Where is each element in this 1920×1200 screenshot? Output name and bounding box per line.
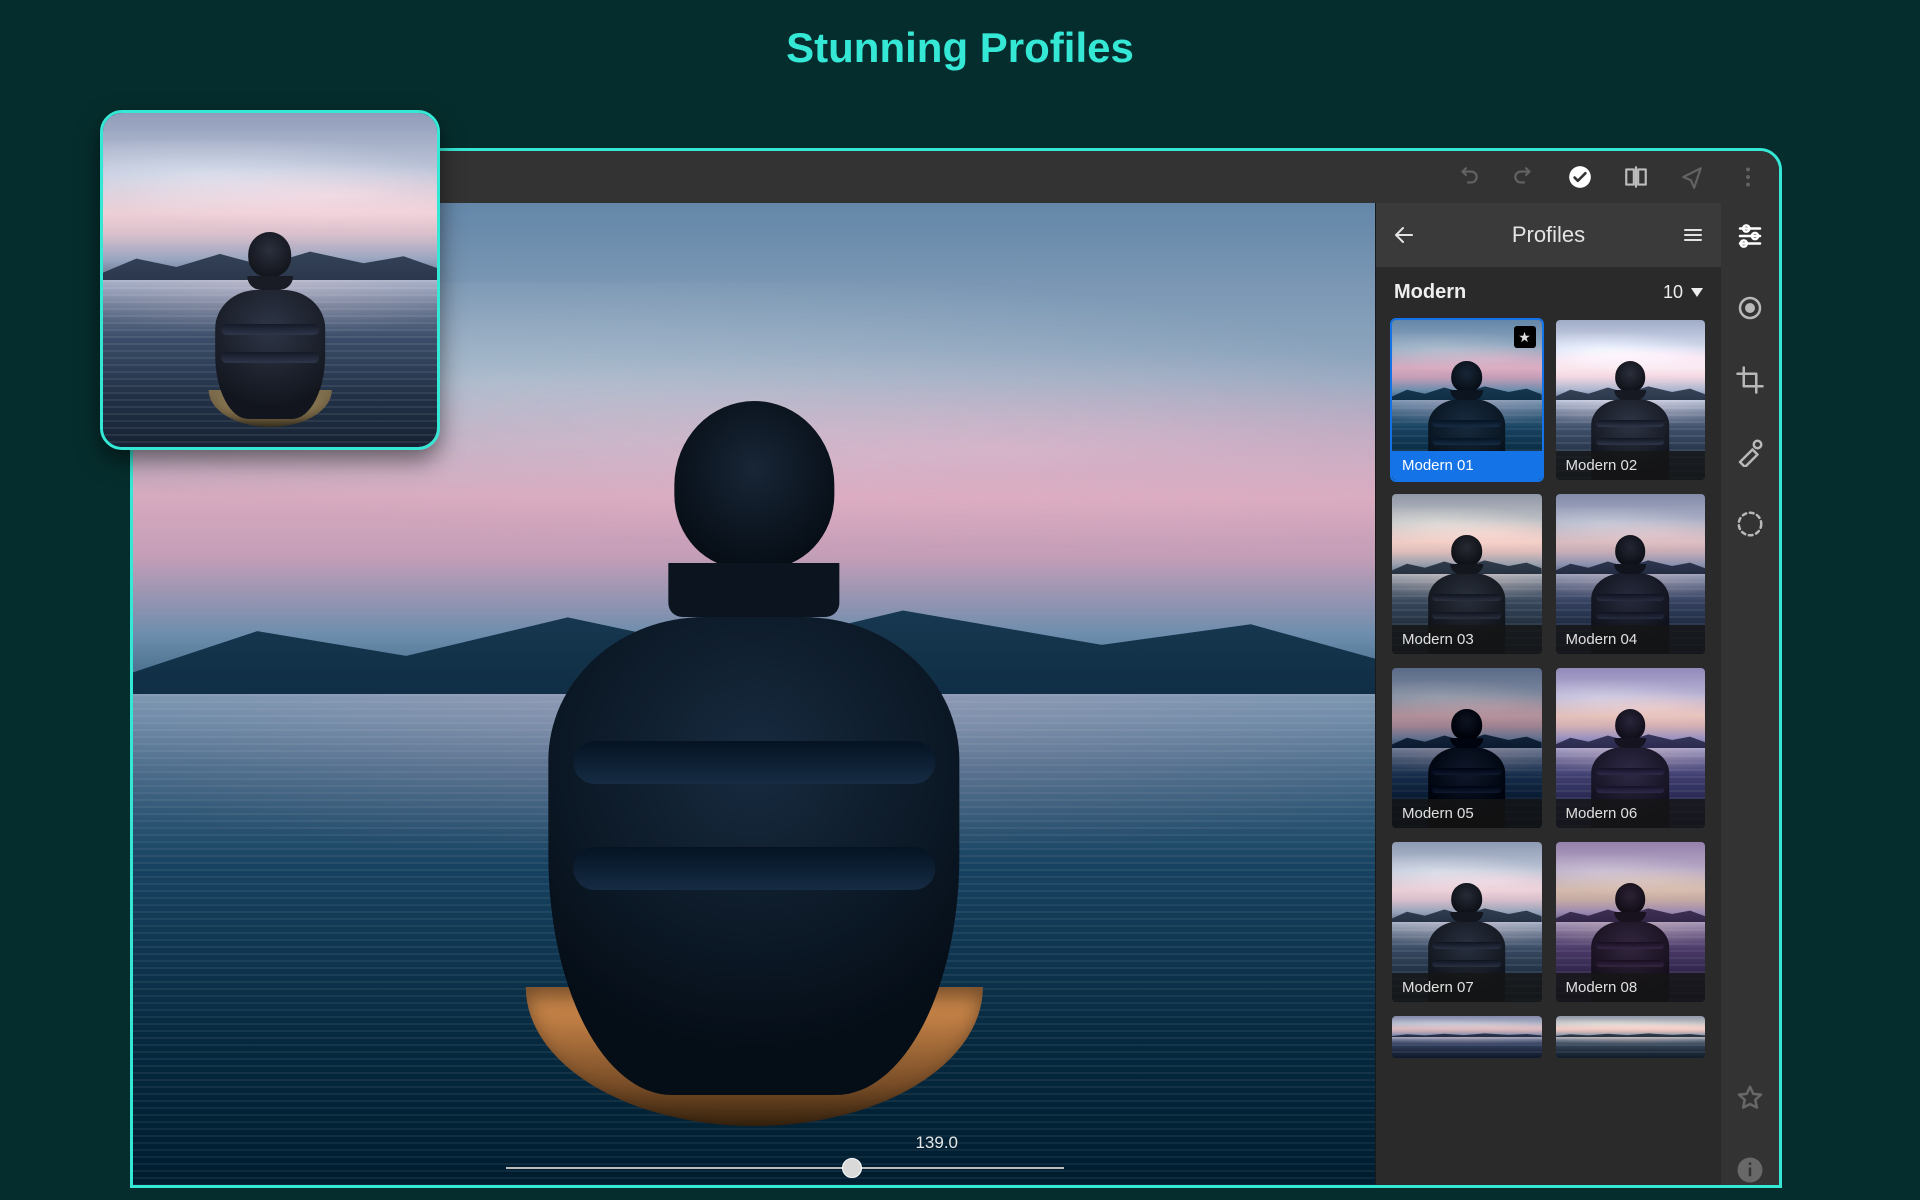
profiles-category-row[interactable]: Modern 10 — [1376, 267, 1721, 314]
profile-tile[interactable]: Modern 04 — [1556, 494, 1706, 654]
profile-label: Modern 06 — [1556, 799, 1706, 828]
chevron-down-icon — [1691, 288, 1703, 297]
profile-tile[interactable]: Modern 02 — [1556, 320, 1706, 480]
favorite-star-icon[interactable]: ★ — [1514, 326, 1536, 348]
amount-slider[interactable] — [506, 1167, 1065, 1169]
profile-tile[interactable]: Modern 06 — [1556, 668, 1706, 828]
radial-mask-icon[interactable] — [1735, 509, 1765, 539]
slider-handle[interactable] — [842, 1158, 862, 1178]
slider-value: 139.0 — [915, 1133, 958, 1153]
back-icon[interactable] — [1392, 223, 1416, 247]
category-count: 10 — [1663, 282, 1683, 303]
info-icon[interactable] — [1735, 1155, 1765, 1185]
profile-label: Modern 07 — [1392, 973, 1542, 1002]
right-tool-rail — [1721, 203, 1779, 1185]
before-thumbnail — [100, 110, 440, 450]
redo-icon[interactable] — [1455, 164, 1481, 190]
profile-tile[interactable] — [1392, 1016, 1542, 1058]
healing-brush-icon[interactable] — [1735, 437, 1765, 467]
profiles-panel: Profiles Modern 10 ★ Modern 01 Modern 02 Mo… — [1375, 203, 1721, 1185]
category-label: Modern — [1394, 281, 1466, 304]
panel-menu-icon[interactable] — [1681, 223, 1705, 247]
rate-star-icon[interactable] — [1735, 1083, 1765, 1113]
profiles-panel-header: Profiles — [1376, 203, 1721, 267]
profile-label: Modern 04 — [1556, 625, 1706, 654]
adjust-sliders-icon[interactable] — [1735, 221, 1765, 251]
profile-tile[interactable]: Modern 07 — [1392, 842, 1542, 1002]
profile-tile[interactable] — [1556, 1016, 1706, 1058]
profile-tile[interactable]: Modern 03 — [1392, 494, 1542, 654]
profile-label: Modern 01 — [1392, 451, 1542, 480]
undo-icon[interactable] — [1511, 164, 1537, 190]
overflow-menu-icon[interactable] — [1735, 164, 1761, 190]
profile-label: Modern 02 — [1556, 451, 1706, 480]
before-after-icon[interactable] — [1623, 164, 1649, 190]
apply-check-icon[interactable] — [1567, 164, 1593, 190]
profile-tile[interactable]: Modern 05 — [1392, 668, 1542, 828]
share-icon[interactable] — [1679, 164, 1705, 190]
target-adjust-icon[interactable] — [1735, 293, 1765, 323]
profile-tile[interactable]: Modern 08 — [1556, 842, 1706, 1002]
profile-label: Modern 03 — [1392, 625, 1542, 654]
profiles-grid: ★ Modern 01 Modern 02 Modern 03 Modern 04 Mod… — [1376, 314, 1721, 1185]
profile-tile[interactable]: ★ Modern 01 — [1392, 320, 1542, 480]
profile-label: Modern 05 — [1392, 799, 1542, 828]
crop-icon[interactable] — [1735, 365, 1765, 395]
profiles-overflow-row — [1392, 1016, 1705, 1176]
profile-label: Modern 08 — [1556, 973, 1706, 1002]
panel-title: Profiles — [1428, 222, 1669, 248]
page-headline: Stunning Profiles — [0, 24, 1920, 72]
